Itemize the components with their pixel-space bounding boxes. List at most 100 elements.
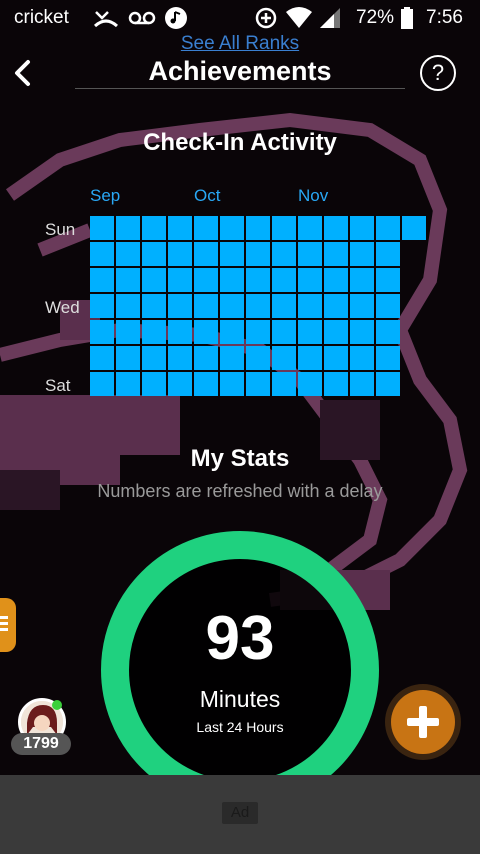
checkin-cell	[246, 242, 270, 266]
checkin-cell	[246, 216, 270, 240]
checkin-cell	[194, 268, 218, 292]
checkin-cell	[90, 294, 114, 318]
checkin-cell	[272, 320, 296, 344]
checkin-cell	[168, 242, 192, 266]
missed-call-icon	[93, 11, 119, 28]
checkin-cell	[376, 242, 400, 266]
page-title: Achievements	[148, 56, 332, 86]
checkin-cell	[376, 320, 400, 344]
battery-icon	[401, 7, 413, 29]
checkin-cell	[246, 268, 270, 292]
checkin-cell	[168, 320, 192, 344]
checkin-cell	[168, 346, 192, 370]
checkin-cell	[90, 216, 114, 240]
minutes-unit: Minutes	[199, 686, 281, 712]
checkin-cell	[142, 346, 166, 370]
checkin-cell	[194, 294, 218, 318]
checkin-cell	[220, 216, 244, 240]
checkin-cell	[220, 346, 244, 370]
checkin-cell	[246, 294, 270, 318]
checkin-cell	[90, 320, 114, 344]
checkin-cell	[350, 242, 374, 266]
checkin-cell	[324, 294, 348, 318]
wifi-icon	[286, 7, 312, 28]
checkin-cell	[168, 268, 192, 292]
checkin-cell	[376, 372, 400, 396]
minutes-ring: 93 Minutes Last 24 Hours	[101, 531, 379, 809]
checkin-cell	[350, 320, 374, 344]
checkin-cell	[350, 268, 374, 292]
checkin-cell	[194, 216, 218, 240]
checkin-cell	[298, 346, 322, 370]
voicemail-icon	[128, 11, 156, 25]
checkin-cell	[116, 372, 140, 396]
checkin-cell	[142, 372, 166, 396]
checkin-cell	[350, 294, 374, 318]
checkin-cell	[298, 216, 322, 240]
checkin-cell	[272, 346, 296, 370]
carrier-name: cricket	[14, 7, 69, 28]
checkin-cell	[324, 216, 348, 240]
checkin-cell	[142, 216, 166, 240]
checkin-cell	[298, 372, 322, 396]
checkin-cell	[220, 242, 244, 266]
checkin-cell	[298, 294, 322, 318]
checkin-cell	[116, 346, 140, 370]
checkin-cell	[246, 372, 270, 396]
checkin-cell	[246, 346, 270, 370]
checkin-cell	[116, 320, 140, 344]
checkin-cell	[194, 320, 218, 344]
checkin-cell	[272, 242, 296, 266]
checkin-cell	[168, 216, 192, 240]
checkin-cell	[402, 216, 426, 240]
month-label-sep: Sep	[90, 186, 121, 205]
checkin-cell	[90, 346, 114, 370]
data-saver-icon	[255, 7, 277, 29]
checkin-cell	[142, 294, 166, 318]
checkin-cell	[220, 372, 244, 396]
battery-percent: 72%	[356, 7, 395, 28]
minutes-period: Last 24 Hours	[196, 719, 284, 735]
checkin-cell	[220, 294, 244, 318]
checkin-cell	[116, 242, 140, 266]
day-label-sun: Sun	[45, 220, 76, 239]
checkin-cell	[90, 268, 114, 292]
side-menu-tab[interactable]	[0, 598, 16, 652]
checkin-cell	[376, 216, 400, 240]
minutes-value: 93	[205, 604, 275, 673]
checkin-cell	[376, 346, 400, 370]
checkin-cell	[324, 242, 348, 266]
my-stats-title: My Stats	[190, 445, 290, 472]
checkin-cell	[376, 268, 400, 292]
ad-label: Ad	[222, 802, 258, 824]
add-post-button[interactable]	[391, 690, 455, 754]
checkin-cell	[272, 294, 296, 318]
checkin-cell	[298, 242, 322, 266]
checkin-cell	[272, 372, 296, 396]
checkin-cell	[168, 294, 192, 318]
checkin-cell	[90, 242, 114, 266]
checkin-cell	[116, 294, 140, 318]
checkin-cell	[246, 320, 270, 344]
checkin-title: Check-In Activity	[143, 129, 337, 156]
checkin-cell	[350, 346, 374, 370]
checkin-cell	[90, 372, 114, 396]
checkin-cell	[220, 268, 244, 292]
checkin-cell	[116, 268, 140, 292]
checkin-cell	[298, 320, 322, 344]
online-indicator	[52, 700, 62, 710]
checkin-cell	[142, 242, 166, 266]
stats-subtitle: Numbers are refreshed with a delay	[97, 481, 383, 501]
reputation-badge: 1799	[11, 733, 71, 755]
day-label-wed: Wed	[45, 298, 80, 317]
month-label-nov: Nov	[298, 186, 329, 205]
checkin-cell	[324, 268, 348, 292]
menu-lines-icon	[0, 616, 8, 631]
help-button[interactable]: ?	[420, 55, 456, 91]
checkin-cell	[220, 320, 244, 344]
clock: 7:56	[426, 7, 463, 28]
signal-icon	[320, 8, 340, 28]
checkin-cell	[272, 216, 296, 240]
checkin-cell	[194, 372, 218, 396]
checkin-cell	[142, 320, 166, 344]
